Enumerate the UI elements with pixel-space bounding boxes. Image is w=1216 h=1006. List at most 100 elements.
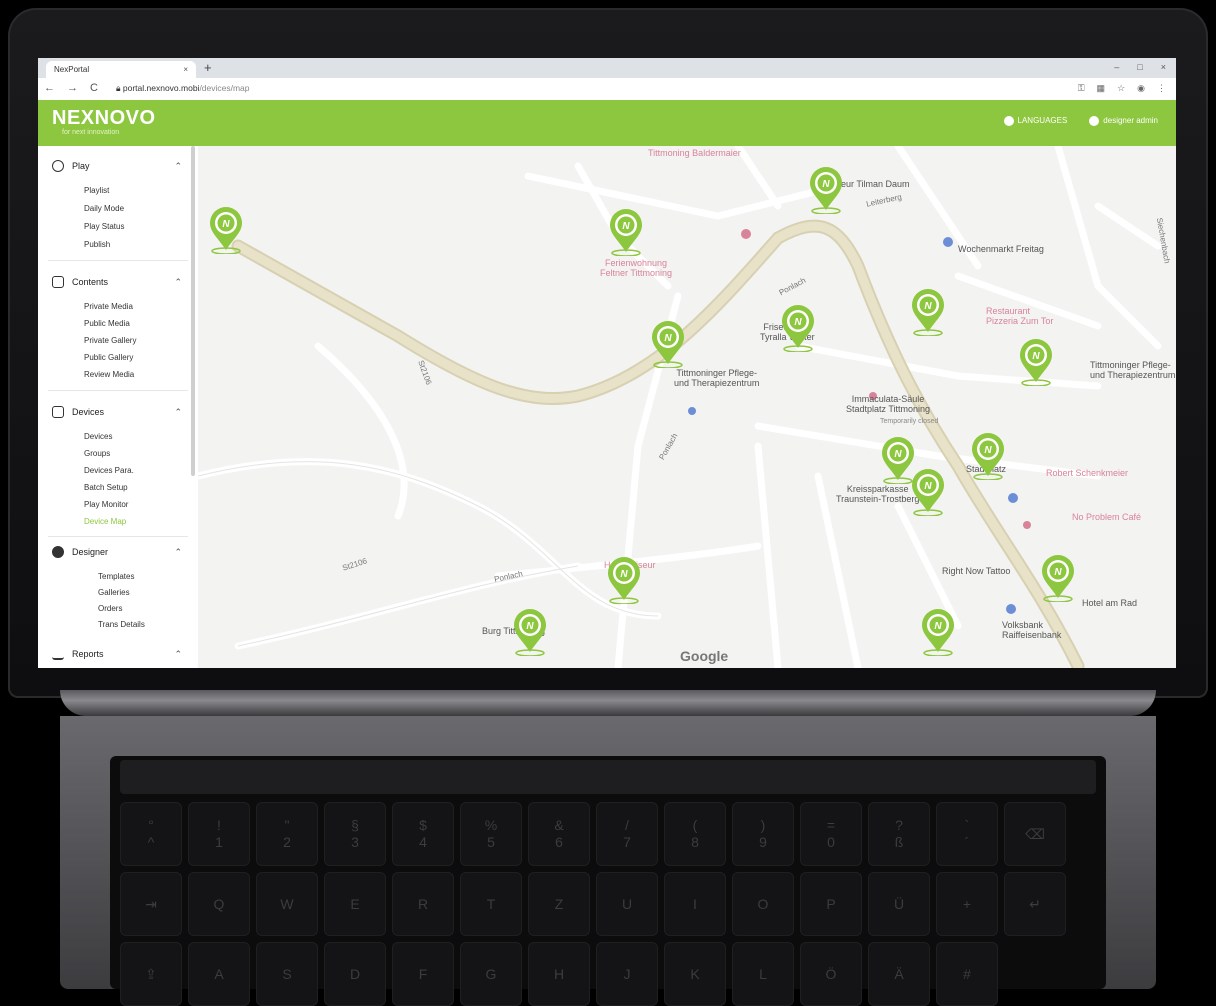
logo[interactable]: NEXNOVO [52,107,156,130]
sidebar-item-device-map[interactable]: Device Map [84,517,126,526]
profile-icon[interactable]: ◉ [1137,83,1145,94]
map-label-wochenmarkt[interactable]: Wochenmarkt Freitag [958,244,1044,254]
key[interactable]: " 2 [256,802,318,866]
device-pin-icon[interactable]: N [1040,554,1076,602]
sidebar-item-devices-para[interactable]: Devices Para. [84,466,134,475]
key[interactable]: & 6 [528,802,590,866]
key[interactable]: Ö [800,942,862,1006]
sidebar-section-play[interactable]: Play ⌃ [52,160,182,172]
sidebar-item-play-monitor[interactable]: Play Monitor [84,500,128,509]
key[interactable]: U [596,872,658,936]
key[interactable]: $4 [392,802,454,866]
sidebar-item-templates[interactable]: Templates [98,572,134,581]
key[interactable]: % 5 [460,802,522,866]
key[interactable]: ° ^ [120,802,182,866]
key[interactable]: T [460,872,522,936]
map-label-restaurant[interactable]: Restaurant Pizzeria Zum Tor [986,306,1053,327]
key[interactable]: ↵ [1004,872,1066,936]
sidebar-item-play-status[interactable]: Play Status [84,222,124,231]
menu-icon[interactable]: ⋮ [1157,83,1166,94]
device-pin-icon[interactable]: N [780,304,816,352]
map-label-baldermaier[interactable]: Tittmoning Baldermaier [648,148,741,158]
key-icon[interactable]: ⚿ [1078,83,1085,94]
device-pin-icon[interactable]: N [208,206,244,254]
browser-tab[interactable]: NexPortal × [46,61,196,78]
key[interactable]: L [732,942,794,1006]
map-label-kreissparkasse[interactable]: Kreissparkasse Traunstein-Trostberg [836,484,919,505]
key[interactable]: J [596,942,658,1006]
key[interactable]: Z [528,872,590,936]
device-pin-icon[interactable]: N [970,432,1006,480]
sidebar-section-contents[interactable]: Contents ⌃ [52,276,182,288]
key[interactable]: /7 [596,802,658,866]
key[interactable]: Ä [868,942,930,1006]
sidebar-item-daily-mode[interactable]: Daily Mode [84,204,124,213]
user-menu-button[interactable]: designer admin [1089,116,1158,126]
device-pin-icon[interactable]: N [920,608,956,656]
key[interactable]: ⇪ [120,942,182,1006]
close-window-icon[interactable]: × [1161,62,1166,72]
touch-bar[interactable] [120,760,1096,794]
key[interactable]: A [188,942,250,1006]
sidebar-item-publish[interactable]: Publish [84,240,110,249]
new-tab-button[interactable]: + [204,60,212,75]
key[interactable]: (8 [664,802,726,866]
key[interactable]: F [392,942,454,1006]
key[interactable]: P [800,872,862,936]
minimize-icon[interactable]: – [1114,62,1119,72]
languages-button[interactable]: LANGUAGES [1003,116,1067,126]
sidebar-section-reports[interactable]: Reports ⌃ [52,648,182,660]
sidebar-item-private-gallery[interactable]: Private Gallery [84,336,136,345]
device-pin-icon[interactable]: N [606,556,642,604]
sidebar-item-devices[interactable]: Devices [84,432,112,441]
sidebar-item-review-media[interactable]: Review Media [84,370,134,379]
key[interactable]: ` ´ [936,802,998,866]
key[interactable]: S [256,942,318,1006]
key[interactable]: ! 1 [188,802,250,866]
device-pin-icon[interactable]: N [910,468,946,516]
maximize-icon[interactable]: □ [1137,62,1142,72]
map-label-right-now[interactable]: Right Now Tattoo [942,566,1010,576]
device-pin-icon[interactable]: N [512,608,548,656]
key[interactable]: O [732,872,794,936]
sidebar-item-batch-setup[interactable]: Batch Setup [84,483,128,492]
sidebar-scrollbar[interactable] [191,146,195,476]
device-pin-icon[interactable]: N [910,288,946,336]
sidebar-item-playlist[interactable]: Playlist [84,186,109,195]
key[interactable]: K [664,942,726,1006]
device-pin-icon[interactable]: N [808,166,844,214]
key[interactable]: H [528,942,590,1006]
map-label-volksbank[interactable]: Volksbank Raiffeisenbank [1002,620,1061,641]
map-label-hotel[interactable]: Hotel am Rad [1082,598,1137,608]
sidebar-section-designer[interactable]: Designer ⌃ [52,546,182,558]
key[interactable]: = 0 [800,802,862,866]
device-map[interactable]: Tittmoning Baldermaier Friseur Tilman Da… [198,146,1176,668]
map-label-no-problem[interactable]: No Problem Café [1072,512,1141,522]
key[interactable]: R [392,872,454,936]
translate-icon[interactable]: ▦ [1097,83,1106,94]
key[interactable]: ) 9 [732,802,794,866]
sidebar-item-groups[interactable]: Groups [84,449,110,458]
forward-icon[interactable]: → [67,82,78,94]
sidebar-item-public-gallery[interactable]: Public Gallery [84,353,133,362]
star-icon[interactable]: ☆ [1117,83,1125,94]
key[interactable]: # [936,942,998,1006]
key[interactable]: Q [188,872,250,936]
tab-close-icon[interactable]: × [183,65,188,74]
sidebar-item-private-media[interactable]: Private Media [84,302,133,311]
key[interactable]: ? ß [868,802,930,866]
sidebar-item-public-media[interactable]: Public Media [84,319,130,328]
url-input[interactable]: 🔒︎ portal.nexnovo.mobi/devices/map [116,83,250,94]
key[interactable]: § 3 [324,802,386,866]
key[interactable]: G [460,942,522,1006]
map-label-immaculata[interactable]: Immaculata-Säule Stadtplatz Tittmoning [846,394,930,415]
device-pin-icon[interactable]: N [1018,338,1054,386]
map-label-pflege[interactable]: Tittmoninger Pflege- und Therapiezentrum [674,368,759,389]
key[interactable]: I [664,872,726,936]
sidebar-section-devices[interactable]: Devices ⌃ [52,406,182,418]
key[interactable]: W [256,872,318,936]
back-icon[interactable]: ← [44,82,55,94]
device-pin-icon[interactable]: N [608,208,644,256]
sidebar-item-orders[interactable]: Orders [98,604,122,613]
key[interactable]: D [324,942,386,1006]
